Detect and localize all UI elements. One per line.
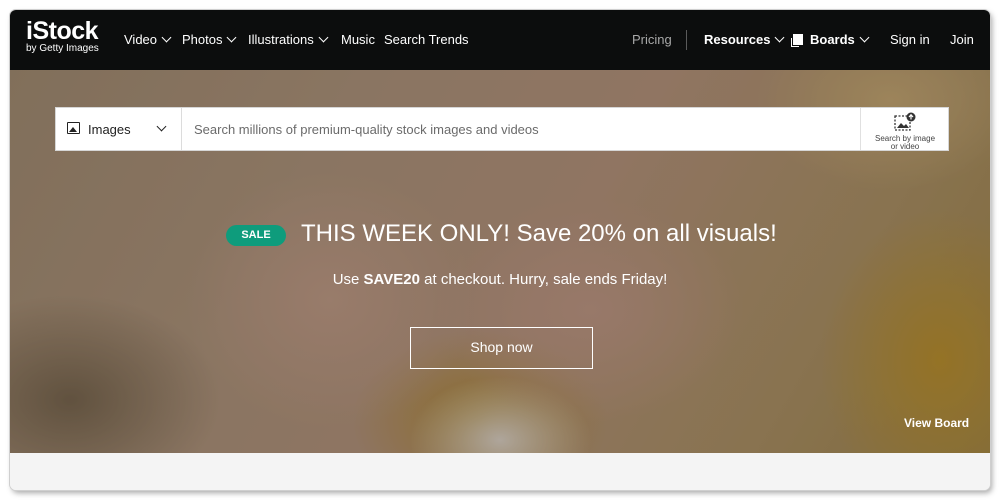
nav-photos-label: Photos	[182, 32, 223, 47]
shop-now-button[interactable]: Shop now	[410, 327, 593, 369]
chevron-down-icon	[156, 121, 167, 132]
nav-sign-in[interactable]: Sign in	[890, 32, 930, 47]
chevron-down-icon	[318, 32, 329, 43]
promo-sub-prefix: Use	[332, 271, 364, 288]
media-type-label: Images	[88, 122, 131, 137]
search-input[interactable]	[182, 109, 854, 149]
promo-headline: THIS WEEK ONLY! Save 20% on all visuals!	[301, 220, 777, 247]
nav-illustrations-label: Illustrations	[248, 32, 314, 47]
nav-photos[interactable]: Photos	[182, 32, 237, 47]
nav-boards-label: Boards	[810, 32, 855, 47]
promo-code: SAVE20	[363, 271, 420, 288]
search-bar: Images Search by imageor video	[55, 107, 949, 151]
image-search-icon	[894, 112, 916, 131]
nav-pricing[interactable]: Pricing	[632, 32, 672, 47]
nav-music[interactable]: Music	[341, 32, 375, 47]
browser-frame: iStock by Getty Images Video Photos Illu…	[10, 10, 990, 490]
image-icon	[67, 122, 80, 134]
logo-brand: iStock	[26, 17, 99, 45]
istock-logo[interactable]: iStock by Getty Images	[26, 19, 99, 54]
sale-badge: SALE	[226, 225, 286, 246]
board-icon	[793, 34, 803, 45]
view-board-link[interactable]: View Board	[904, 416, 969, 430]
nav-resources[interactable]: Resources	[704, 32, 785, 47]
nav-video-label: Video	[124, 32, 158, 47]
search-by-image-button[interactable]: Search by image or video	[860, 108, 949, 151]
nav-illustrations[interactable]: Illustrations	[248, 32, 329, 47]
page-content-area	[10, 453, 990, 490]
nav-resources-label: Resources	[704, 32, 771, 47]
promo-sub-suffix: at checkout. Hurry, sale ends Friday!	[419, 271, 668, 288]
logo-subtitle: by Getty Images	[26, 43, 99, 54]
search-by-image-line2: or video	[890, 142, 920, 151]
chevron-down-icon	[859, 32, 870, 43]
nav-join[interactable]: Join	[950, 32, 974, 47]
top-navigation: iStock by Getty Images Video Photos Illu…	[10, 10, 990, 70]
nav-boards[interactable]: Boards	[793, 32, 870, 47]
search-by-image-label: Search by image or video	[861, 135, 949, 151]
nav-search-trends[interactable]: Search Trends	[384, 32, 469, 47]
nav-video[interactable]: Video	[124, 32, 172, 47]
media-type-select[interactable]: Images	[56, 108, 182, 150]
nav-divider	[686, 30, 687, 50]
chevron-down-icon	[227, 32, 237, 43]
promo-subtext: Use SAVE20 at checkout. Hurry, sale ends…	[10, 271, 990, 288]
chevron-down-icon	[161, 32, 172, 43]
chevron-down-icon	[775, 32, 785, 43]
